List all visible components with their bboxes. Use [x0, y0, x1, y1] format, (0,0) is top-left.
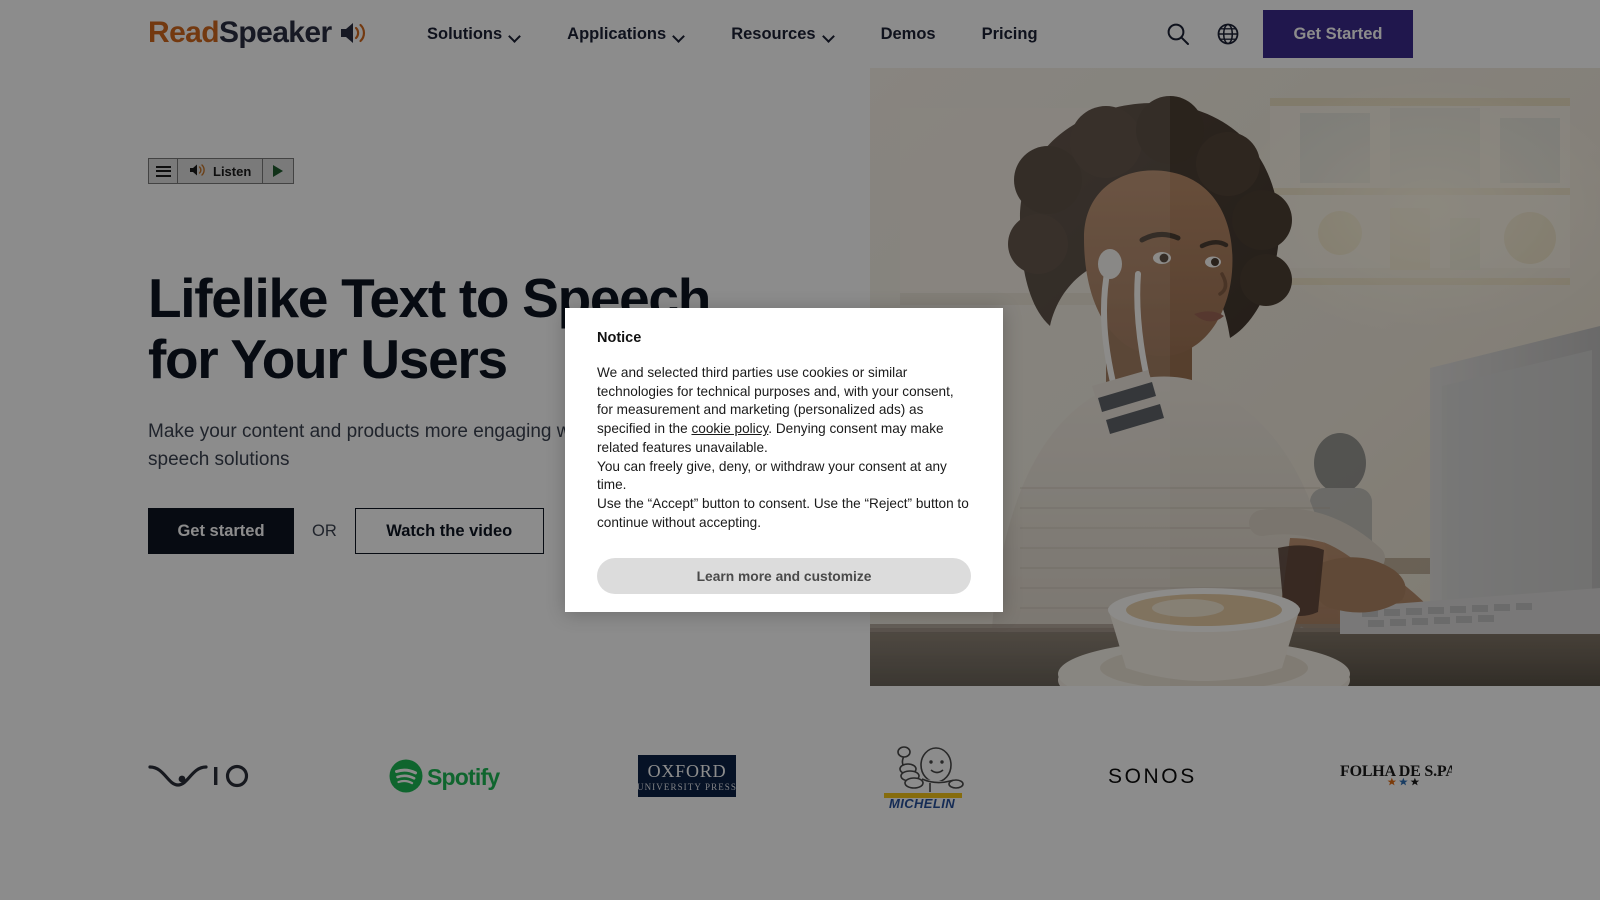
consent-dialog-title: Notice	[597, 330, 642, 346]
consent-paragraph-3: Use the “Accept” button to consent. Use …	[597, 495, 969, 530]
learn-more-and-customize-button[interactable]: Learn more and customize	[597, 558, 971, 595]
consent-dialog-body: We and selected third parties use cookie…	[597, 364, 971, 532]
cookie-consent-dialog: Notice We and selected third parties use…	[565, 308, 1003, 613]
consent-paragraph-2: You can freely give, deny, or withdraw y…	[597, 458, 947, 493]
consent-paragraph-1: We and selected third parties use cookie…	[597, 364, 971, 458]
cookie-policy-link[interactable]: cookie policy	[691, 421, 768, 436]
